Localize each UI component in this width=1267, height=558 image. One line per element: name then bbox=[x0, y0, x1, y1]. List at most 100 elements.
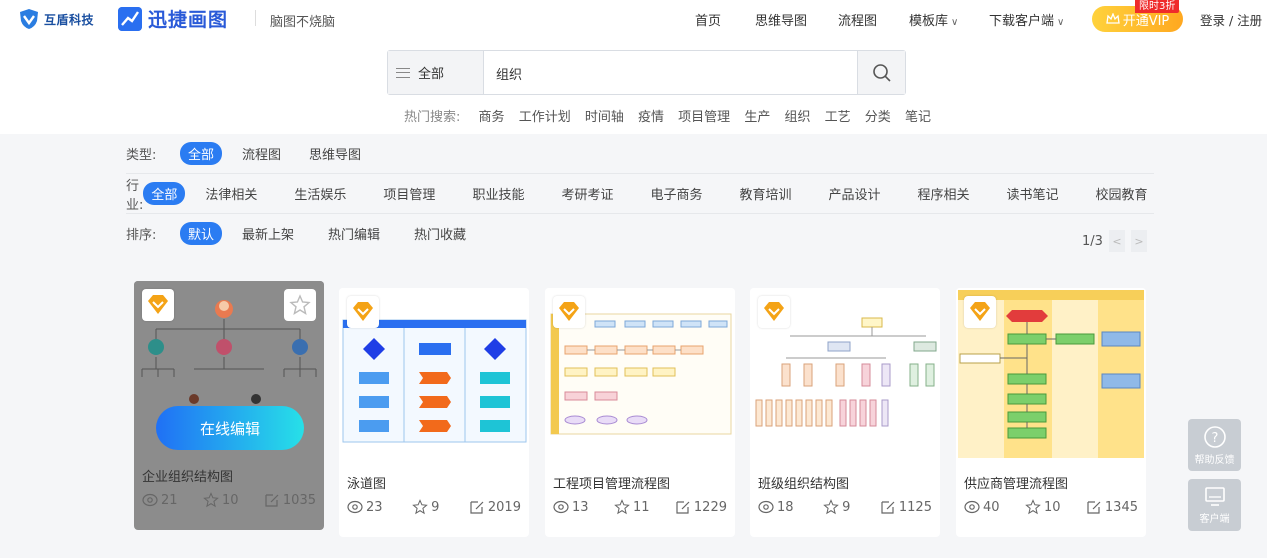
edit-icon bbox=[1087, 501, 1101, 514]
sort-option[interactable]: 热门编辑 bbox=[320, 222, 388, 245]
stars-count: 11 bbox=[632, 499, 650, 515]
filter-sort-label: 排序: bbox=[126, 227, 157, 243]
search-band: 全部 热门搜索: 商务 工作计划 时间轴 疫情 项目管理 生产 组织 工艺 分类… bbox=[0, 36, 1267, 134]
pager: 1/3 < > bbox=[1082, 230, 1147, 252]
industry-option-all[interactable]: 全部 bbox=[143, 182, 186, 205]
template-card[interactable]: 泳道图 23 9 2019 bbox=[339, 288, 529, 537]
views-count: 40 bbox=[983, 499, 1000, 515]
hot-keyword[interactable]: 笔记 bbox=[905, 110, 931, 125]
nav-home[interactable]: 首页 bbox=[695, 10, 721, 29]
favorite-button[interactable] bbox=[284, 289, 316, 321]
nav-template[interactable]: 模板库 ∨ bbox=[909, 10, 958, 29]
views-count: 21 bbox=[161, 492, 178, 508]
nav-template-label: 模板库 bbox=[909, 14, 949, 29]
crown-icon bbox=[1105, 13, 1120, 24]
prev-page-button[interactable]: < bbox=[1108, 230, 1125, 252]
edits-count: 1125 bbox=[898, 499, 932, 515]
stars-count: 10 bbox=[1043, 499, 1061, 515]
nav-mindmap[interactable]: 思维导图 bbox=[755, 10, 807, 29]
slogan: 脑图不烧脑 bbox=[270, 15, 336, 30]
star-outline-icon bbox=[412, 499, 428, 515]
next-page-button[interactable]: > bbox=[1130, 230, 1147, 252]
nav-flowchart[interactable]: 流程图 bbox=[838, 10, 877, 29]
nav-download[interactable]: 下载客户端 ∨ bbox=[989, 10, 1064, 29]
stars-count: 9 bbox=[431, 499, 440, 515]
premium-badge bbox=[964, 296, 996, 328]
search-scope-select[interactable]: 全部 bbox=[388, 51, 484, 94]
industry-option[interactable]: 生活娱乐 bbox=[286, 182, 354, 205]
industry-option[interactable]: 考研考证 bbox=[553, 182, 621, 205]
chevron-down-icon: ∨ bbox=[951, 17, 959, 28]
header-divider bbox=[255, 10, 256, 26]
edits-count: 1229 bbox=[693, 499, 727, 515]
client-download-button[interactable]: 客户端 bbox=[1188, 479, 1241, 531]
industry-option[interactable]: 电子商务 bbox=[642, 182, 710, 205]
chevron-down-icon: ∨ bbox=[1057, 17, 1065, 28]
hot-keyword[interactable]: 分类 bbox=[865, 110, 891, 125]
industry-option[interactable]: 法律相关 bbox=[197, 182, 265, 205]
search-scope-label: 全部 bbox=[418, 67, 445, 82]
chart-logo-icon bbox=[118, 6, 142, 31]
help-feedback-label: 帮助反馈 bbox=[1194, 454, 1235, 466]
industry-option[interactable]: 产品设计 bbox=[821, 182, 889, 205]
sort-option[interactable]: 热门收藏 bbox=[406, 222, 474, 245]
industry-option[interactable]: 项目管理 bbox=[375, 182, 443, 205]
type-option[interactable]: 流程图 bbox=[234, 142, 289, 165]
type-option-all[interactable]: 全部 bbox=[180, 142, 223, 165]
views-count: 23 bbox=[366, 499, 383, 515]
hot-keyword[interactable]: 时间轴 bbox=[585, 110, 624, 125]
template-card[interactable]: 在线编辑 企业组织结构图 21 10 1035 bbox=[134, 281, 324, 530]
type-option[interactable]: 思维导图 bbox=[301, 142, 369, 165]
search-button[interactable] bbox=[857, 51, 905, 94]
chevron-left-icon: < bbox=[1112, 234, 1122, 248]
online-edit-button[interactable]: 在线编辑 bbox=[156, 406, 304, 450]
brand1-text: 互盾科技 bbox=[44, 12, 95, 27]
industry-option[interactable]: 程序相关 bbox=[910, 182, 978, 205]
template-title: 班级组织结构图 bbox=[758, 477, 850, 492]
star-outline-icon bbox=[823, 499, 839, 515]
template-stats: 40 10 1345 bbox=[964, 499, 1138, 515]
sort-option[interactable]: 最新上架 bbox=[234, 222, 302, 245]
premium-gem-icon bbox=[148, 295, 168, 314]
template-title: 供应商管理流程图 bbox=[964, 477, 1069, 492]
template-card[interactable]: 班级组织结构图 18 9 1125 bbox=[750, 288, 940, 537]
eye-icon bbox=[142, 493, 158, 507]
login-register-link[interactable]: 登录 / 注册 bbox=[1200, 10, 1262, 29]
edit-icon bbox=[881, 501, 895, 514]
brand2-text: 迅捷画图 bbox=[148, 9, 229, 31]
search-input[interactable] bbox=[496, 63, 836, 83]
eye-icon bbox=[964, 500, 980, 514]
shield-logo-icon bbox=[20, 9, 38, 29]
eye-icon bbox=[758, 500, 774, 514]
hot-keyword[interactable]: 生产 bbox=[744, 110, 770, 125]
industry-option[interactable]: 校园教育 bbox=[1088, 182, 1156, 205]
filter-type-label: 类型: bbox=[126, 148, 157, 163]
top-header: 互盾科技 迅捷画图 脑图不烧脑 首页 思维导图 流程图 模板库 ∨ 下载客户端 ∨ … bbox=[0, 0, 1267, 36]
hot-keyword[interactable]: 工艺 bbox=[825, 110, 851, 125]
menu-icon bbox=[396, 67, 410, 78]
help-icon: ? bbox=[1203, 425, 1226, 448]
hot-keyword[interactable]: 工作计划 bbox=[519, 110, 571, 125]
template-title: 工程项目管理流程图 bbox=[553, 477, 671, 492]
hot-search: 热门搜索: 商务 工作计划 时间轴 疫情 项目管理 生产 组织 工艺 分类 笔记 bbox=[404, 106, 931, 125]
hot-keyword[interactable]: 组织 bbox=[784, 110, 810, 125]
xunjie-logo[interactable]: 迅捷画图 bbox=[118, 5, 228, 32]
client-label: 客户端 bbox=[1199, 513, 1230, 525]
stars-count: 10 bbox=[221, 492, 239, 508]
industry-option[interactable]: 教育培训 bbox=[731, 182, 799, 205]
help-feedback-button[interactable]: ? 帮助反馈 bbox=[1188, 419, 1241, 471]
hot-keyword[interactable]: 商务 bbox=[479, 110, 505, 125]
hudun-logo[interactable]: 互盾科技 bbox=[18, 8, 94, 30]
industry-option[interactable]: 读书笔记 bbox=[999, 182, 1067, 205]
star-outline-icon bbox=[1025, 499, 1041, 515]
hot-keyword[interactable]: 项目管理 bbox=[678, 110, 730, 125]
search-icon bbox=[872, 63, 891, 82]
template-card[interactable]: 供应商管理流程图 40 10 1345 bbox=[956, 288, 1146, 537]
hot-keyword[interactable]: 疫情 bbox=[638, 110, 664, 125]
sort-option-default[interactable]: 默认 bbox=[180, 221, 223, 245]
template-card[interactable]: 工程项目管理流程图 13 11 1229 bbox=[545, 288, 735, 537]
hot-search-label: 热门搜索: bbox=[404, 110, 461, 125]
filter-sort-row: 排序: 默认 最新上架 热门编辑 热门收藏 bbox=[126, 213, 1154, 253]
industry-option[interactable]: 职业技能 bbox=[464, 182, 532, 205]
premium-badge bbox=[553, 296, 585, 328]
